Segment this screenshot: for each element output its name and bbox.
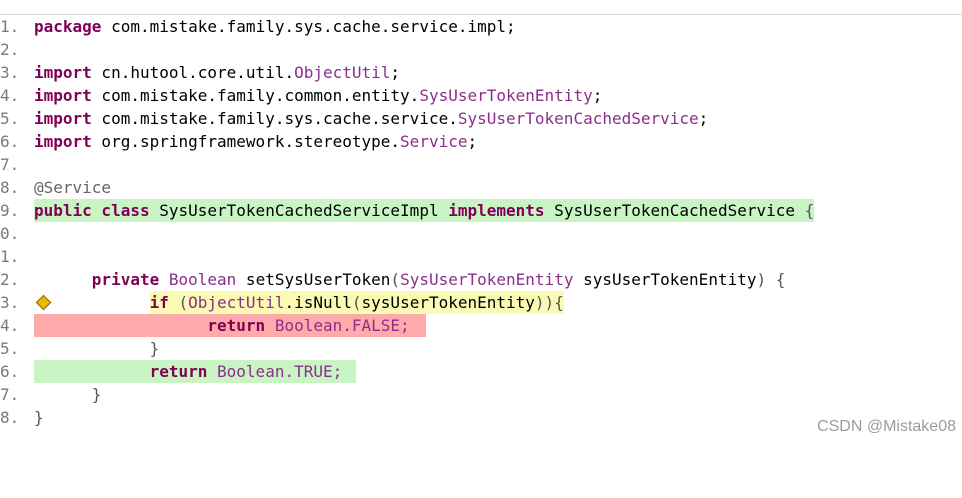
line-number: 0.	[0, 224, 20, 243]
code-text: import cn.hutool.core.util.ObjectUtil;	[34, 61, 400, 84]
paren: (	[168, 293, 189, 312]
import-path: org.springframework.stereotype.	[91, 132, 401, 151]
keyword: import	[34, 86, 92, 105]
line-number: 5.	[0, 109, 20, 128]
method-call: .isNull	[284, 293, 352, 312]
code-line: 3. if (ObjectUtil.isNull(sysUserTokenEnt…	[0, 291, 962, 314]
code-line: 8. @Service	[0, 176, 962, 199]
code-text: import org.springframework.stereotype.Se…	[34, 130, 477, 153]
line-number: 8.	[0, 178, 20, 197]
covered-highlight: public class SysUserTokenCachedServiceIm…	[34, 199, 815, 222]
line-number: 6.	[0, 362, 20, 381]
watermark: CSDN @Mistake08	[817, 418, 956, 435]
code-line: 2. private Boolean setSysUserToken(SysUs…	[0, 268, 962, 291]
semicolon: ;	[698, 109, 709, 128]
line-number: 3.	[0, 293, 20, 312]
keyword: if	[149, 293, 169, 312]
line-number: 9.	[0, 201, 20, 220]
code-text: import com.mistake.family.common.entity.…	[34, 84, 602, 107]
line-number: 1.	[0, 17, 20, 36]
code-line: 3. import cn.hutool.core.util.ObjectUtil…	[0, 61, 962, 84]
line-number: 1.	[0, 247, 20, 266]
line-number: 2.	[0, 40, 20, 59]
line-number: 4.	[0, 86, 20, 105]
param-type: SysUserTokenEntity	[400, 270, 574, 289]
brace: }	[91, 385, 102, 404]
annotation: @Service	[34, 178, 112, 197]
paren: (	[351, 293, 362, 312]
code-line: 6. return Boolean.TRUE;	[0, 360, 962, 383]
keyword: implements	[448, 201, 545, 220]
paren: (	[390, 270, 401, 289]
line-number: 4.	[0, 316, 20, 335]
code-line: 5. import com.mistake.family.sys.cache.s…	[0, 107, 962, 130]
return-value: Boolean.TRUE;	[207, 362, 343, 381]
code-line: 0.	[0, 222, 962, 245]
keyword: private	[91, 270, 160, 289]
semicolon: ;	[467, 132, 478, 151]
paren: ) {	[756, 270, 786, 289]
return-value: Boolean.FALSE;	[265, 316, 410, 335]
code-line: 1.	[0, 245, 962, 268]
line-number: 3.	[0, 63, 20, 82]
class-name: ObjectUtil	[188, 293, 285, 312]
line-number: 7.	[0, 155, 20, 174]
brace: }	[34, 408, 44, 427]
paren: )){	[534, 293, 564, 312]
keyword: package	[34, 17, 102, 36]
class-declaration-name: SysUserTokenCachedServiceImpl	[149, 201, 449, 220]
semicolon: ;	[390, 63, 401, 82]
code-text: import com.mistake.family.sys.cache.serv…	[34, 107, 708, 130]
param-name: sysUserTokenEntity	[573, 270, 757, 289]
code-text: return Boolean.TRUE;	[34, 360, 343, 383]
keyword: import	[34, 109, 92, 128]
code-text: private Boolean setSysUserToken(SysUserT…	[34, 268, 786, 291]
code-text: }	[34, 383, 102, 406]
code-line: 6. import org.springframework.stereotype…	[0, 130, 962, 153]
code-text: if (ObjectUtil.isNull(sysUserTokenEntity…	[34, 291, 564, 314]
package-name: com.mistake.family.sys.cache.service.imp…	[101, 17, 516, 36]
partial-highlight: if (ObjectUtil.isNull(sysUserTokenEntity…	[149, 291, 564, 314]
code-editor: 1. package com.mistake.family.sys.cache.…	[0, 15, 962, 429]
code-text: @Service	[34, 176, 111, 199]
code-line: 4. return Boolean.FALSE;	[0, 314, 962, 337]
interface-name: SysUserTokenCachedService	[544, 201, 805, 220]
code-line: 1. package com.mistake.family.sys.cache.…	[0, 15, 962, 38]
code-text: }	[34, 406, 44, 429]
type-name: Boolean	[159, 270, 237, 289]
code-line: 7. }	[0, 383, 962, 406]
class-name: SysUserTokenEntity	[419, 86, 593, 105]
keyword: import	[34, 63, 92, 82]
code-text: package com.mistake.family.sys.cache.ser…	[34, 15, 516, 38]
keyword: public class	[34, 201, 150, 220]
line-number: 2.	[0, 270, 20, 289]
brace: {	[804, 201, 815, 220]
code-line: 2.	[0, 38, 962, 61]
line-number: 5.	[0, 339, 20, 358]
code-line: 9. public class SysUserTokenCachedServic…	[0, 199, 962, 222]
keyword: return	[207, 316, 266, 335]
argument: sysUserTokenEntity	[361, 293, 535, 312]
brace: }	[149, 339, 160, 358]
class-name: Service	[400, 132, 468, 151]
method-name: setSysUserToken	[236, 270, 391, 289]
semicolon: ;	[592, 86, 603, 105]
keyword: import	[34, 132, 92, 151]
code-text: }	[34, 337, 160, 360]
import-path: com.mistake.family.common.entity.	[91, 86, 420, 105]
code-line: 4. import com.mistake.family.common.enti…	[0, 84, 962, 107]
line-number: 8.	[0, 408, 20, 427]
import-path: cn.hutool.core.util.	[91, 63, 295, 82]
code-text: return Boolean.FALSE;	[34, 314, 410, 337]
import-path: com.mistake.family.sys.cache.service.	[91, 109, 458, 128]
code-line: 5. }	[0, 337, 962, 360]
class-name: ObjectUtil	[294, 63, 391, 82]
keyword: return	[149, 362, 208, 381]
code-text: public class SysUserTokenCachedServiceIm…	[34, 199, 815, 222]
line-number: 7.	[0, 385, 20, 404]
code-line: 7.	[0, 153, 962, 176]
class-name: SysUserTokenCachedService	[457, 109, 699, 128]
line-number: 6.	[0, 132, 20, 151]
